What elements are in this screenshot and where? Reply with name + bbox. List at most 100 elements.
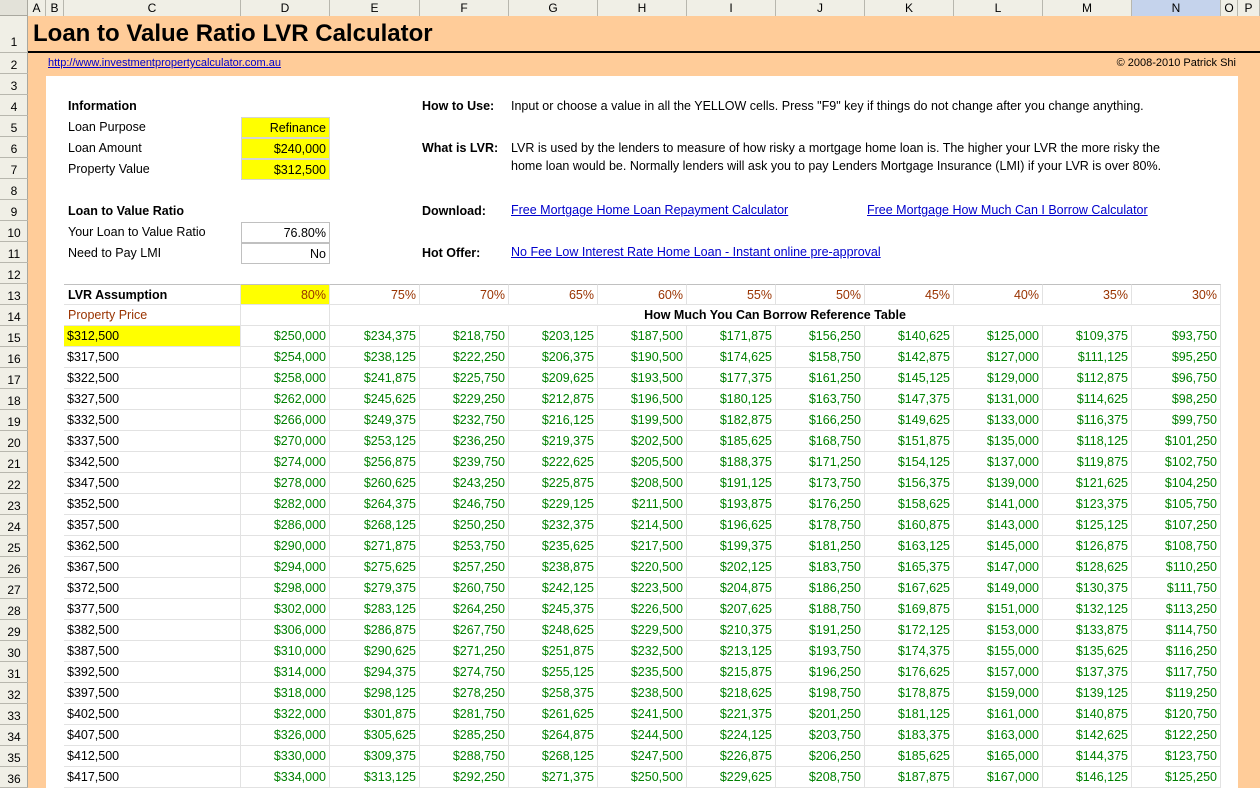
borrow-amount-cell[interactable]: $294,375 xyxy=(330,662,420,683)
column-header-c[interactable]: C xyxy=(64,0,241,16)
borrow-amount-cell[interactable]: $174,625 xyxy=(687,347,776,368)
borrow-amount-cell[interactable]: $245,375 xyxy=(509,599,598,620)
borrow-amount-cell[interactable]: $166,250 xyxy=(776,410,865,431)
row-header-34[interactable]: 34 xyxy=(0,725,28,746)
row-header-7[interactable]: 7 xyxy=(0,158,28,179)
borrow-amount-cell[interactable]: $282,000 xyxy=(241,494,330,515)
borrow-amount-cell[interactable]: $183,375 xyxy=(865,725,954,746)
borrow-amount-cell[interactable]: $167,000 xyxy=(954,767,1043,788)
borrow-amount-cell[interactable]: $191,125 xyxy=(687,473,776,494)
borrow-amount-cell[interactable]: $147,000 xyxy=(954,557,1043,578)
property-price-cell[interactable]: $367,500 xyxy=(64,557,241,578)
borrow-amount-cell[interactable]: $139,125 xyxy=(1043,683,1132,704)
borrow-amount-cell[interactable]: $232,500 xyxy=(598,641,687,662)
row-header-29[interactable]: 29 xyxy=(0,620,28,641)
borrow-amount-cell[interactable]: $235,500 xyxy=(598,662,687,683)
column-header-h[interactable]: H xyxy=(598,0,687,16)
borrow-amount-cell[interactable]: $96,750 xyxy=(1132,368,1221,389)
borrow-amount-cell[interactable]: $151,875 xyxy=(865,431,954,452)
borrow-amount-cell[interactable]: $250,000 xyxy=(241,326,330,347)
row-header-13[interactable]: 13 xyxy=(0,284,28,305)
borrow-amount-cell[interactable]: $107,250 xyxy=(1132,515,1221,536)
borrow-amount-cell[interactable]: $238,500 xyxy=(598,683,687,704)
property-price-cell[interactable]: $377,500 xyxy=(64,599,241,620)
borrow-amount-cell[interactable]: $290,000 xyxy=(241,536,330,557)
borrow-amount-cell[interactable]: $131,000 xyxy=(954,389,1043,410)
column-header-j[interactable]: J xyxy=(776,0,865,16)
row-header-14[interactable]: 14 xyxy=(0,305,28,326)
select-all-corner[interactable] xyxy=(0,0,28,16)
borrow-amount-cell[interactable]: $279,375 xyxy=(330,578,420,599)
column-header-n[interactable]: N xyxy=(1132,0,1221,16)
borrow-amount-cell[interactable]: $242,125 xyxy=(509,578,598,599)
borrow-amount-cell[interactable]: $292,250 xyxy=(420,767,509,788)
borrow-amount-cell[interactable]: $165,000 xyxy=(954,746,1043,767)
borrow-amount-cell[interactable]: $118,125 xyxy=(1043,431,1132,452)
property-price-cell[interactable]: $332,500 xyxy=(64,410,241,431)
lvr-assumption-55[interactable]: 55% xyxy=(687,284,776,305)
borrow-amount-cell[interactable]: $183,750 xyxy=(776,557,865,578)
borrow-amount-cell[interactable]: $126,875 xyxy=(1043,536,1132,557)
borrow-amount-cell[interactable]: $163,750 xyxy=(776,389,865,410)
borrow-amount-cell[interactable]: $220,500 xyxy=(598,557,687,578)
lvr-assumption-40[interactable]: 40% xyxy=(954,284,1043,305)
borrow-amount-cell[interactable]: $140,625 xyxy=(865,326,954,347)
borrow-amount-cell[interactable]: $173,750 xyxy=(776,473,865,494)
borrow-amount-cell[interactable]: $229,125 xyxy=(509,494,598,515)
borrow-amount-cell[interactable]: $133,875 xyxy=(1043,620,1132,641)
borrow-amount-cell[interactable]: $135,625 xyxy=(1043,641,1132,662)
column-header-f[interactable]: F xyxy=(420,0,509,16)
row-header-23[interactable]: 23 xyxy=(0,494,28,515)
property-price-cell[interactable]: $417,500 xyxy=(64,767,241,788)
borrow-amount-cell[interactable]: $154,125 xyxy=(865,452,954,473)
property-price-cell[interactable]: $352,500 xyxy=(64,494,241,515)
borrow-amount-cell[interactable]: $114,625 xyxy=(1043,389,1132,410)
property-price-cell[interactable]: $402,500 xyxy=(64,704,241,725)
row-header-2[interactable]: 2 xyxy=(0,53,28,74)
borrow-amount-cell[interactable]: $113,250 xyxy=(1132,599,1221,620)
borrow-amount-cell[interactable]: $267,750 xyxy=(420,620,509,641)
borrow-amount-cell[interactable]: $247,500 xyxy=(598,746,687,767)
borrow-amount-cell[interactable]: $234,375 xyxy=(330,326,420,347)
row-header-18[interactable]: 18 xyxy=(0,389,28,410)
borrow-amount-cell[interactable]: $199,375 xyxy=(687,536,776,557)
borrow-amount-cell[interactable]: $188,750 xyxy=(776,599,865,620)
borrow-amount-cell[interactable]: $229,625 xyxy=(687,767,776,788)
lvr-assumption-70[interactable]: 70% xyxy=(420,284,509,305)
borrow-amount-cell[interactable]: $204,875 xyxy=(687,578,776,599)
borrow-amount-cell[interactable]: $137,375 xyxy=(1043,662,1132,683)
borrow-amount-cell[interactable]: $187,500 xyxy=(598,326,687,347)
repayment-calculator-link[interactable]: Free Mortgage Home Loan Repayment Calcul… xyxy=(511,200,788,221)
borrow-amount-cell[interactable]: $208,500 xyxy=(598,473,687,494)
borrow-amount-cell[interactable]: $185,625 xyxy=(865,746,954,767)
borrow-amount-cell[interactable]: $281,750 xyxy=(420,704,509,725)
borrow-amount-cell[interactable]: $253,750 xyxy=(420,536,509,557)
loan-amount-input[interactable]: $240,000 xyxy=(241,138,330,159)
borrow-amount-cell[interactable]: $158,625 xyxy=(865,494,954,515)
home-loan-offer-link[interactable]: No Fee Low Interest Rate Home Loan - Ins… xyxy=(511,242,881,263)
borrow-amount-cell[interactable]: $171,875 xyxy=(687,326,776,347)
borrow-amount-cell[interactable]: $140,875 xyxy=(1043,704,1132,725)
borrow-amount-cell[interactable]: $318,000 xyxy=(241,683,330,704)
borrow-amount-cell[interactable]: $142,875 xyxy=(865,347,954,368)
borrow-amount-cell[interactable]: $155,000 xyxy=(954,641,1043,662)
borrow-amount-cell[interactable]: $244,500 xyxy=(598,725,687,746)
lmi-value[interactable]: No xyxy=(241,243,330,264)
borrow-amount-cell[interactable]: $149,625 xyxy=(865,410,954,431)
borrow-amount-cell[interactable]: $271,875 xyxy=(330,536,420,557)
property-value-input[interactable]: $312,500 xyxy=(241,159,330,180)
borrow-amount-cell[interactable]: $310,000 xyxy=(241,641,330,662)
borrow-amount-cell[interactable]: $149,000 xyxy=(954,578,1043,599)
borrow-amount-cell[interactable]: $283,125 xyxy=(330,599,420,620)
borrow-amount-cell[interactable]: $217,500 xyxy=(598,536,687,557)
borrow-amount-cell[interactable]: $294,000 xyxy=(241,557,330,578)
borrow-amount-cell[interactable]: $288,750 xyxy=(420,746,509,767)
borrow-amount-cell[interactable]: $139,000 xyxy=(954,473,1043,494)
lvr-assumption-35[interactable]: 35% xyxy=(1043,284,1132,305)
borrow-amount-cell[interactable]: $191,250 xyxy=(776,620,865,641)
column-header-b[interactable]: B xyxy=(46,0,64,16)
borrow-amount-cell[interactable]: $271,250 xyxy=(420,641,509,662)
borrow-amount-cell[interactable]: $219,375 xyxy=(509,431,598,452)
borrow-amount-cell[interactable]: $211,500 xyxy=(598,494,687,515)
borrow-amount-cell[interactable]: $214,500 xyxy=(598,515,687,536)
